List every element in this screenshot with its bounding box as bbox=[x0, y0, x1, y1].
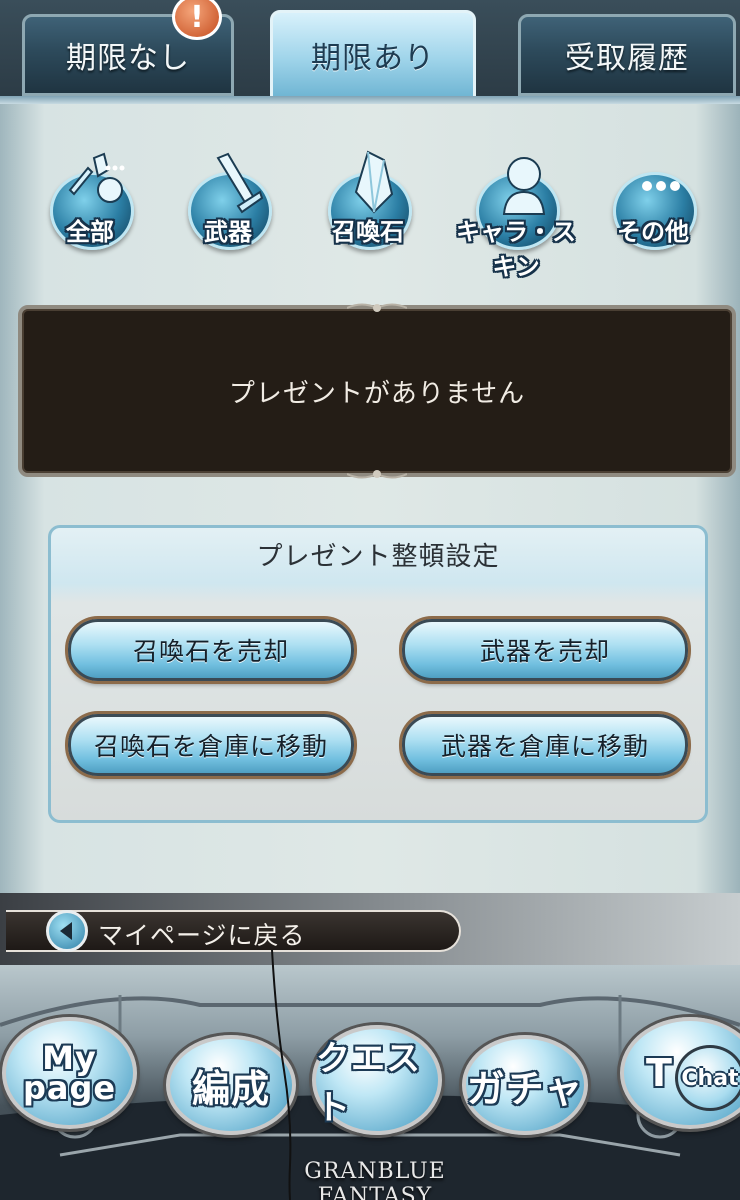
chat-button[interactable]: Chat bbox=[675, 1045, 740, 1111]
nav-mypage-button[interactable]: My page bbox=[2, 1017, 137, 1129]
category-label: その他 bbox=[617, 218, 689, 246]
sword-icon bbox=[216, 152, 264, 214]
tab-label: 受取履歴 bbox=[565, 41, 689, 76]
ornament-icon bbox=[347, 470, 407, 479]
category-label: キャラ・スキン bbox=[456, 218, 576, 281]
category-label: 武器 bbox=[204, 218, 252, 246]
crystal-icon bbox=[354, 150, 394, 214]
bottom-navigation: My page 編成 クエスト ガチャ T Chat GRANBLUE FANT… bbox=[0, 965, 740, 1200]
game-logo: GRANBLUE FANTASY bbox=[304, 1159, 446, 1200]
nav-party-button[interactable]: 編成 bbox=[166, 1035, 296, 1135]
back-arrow-icon bbox=[46, 910, 88, 952]
tab-label: 期限あり bbox=[311, 41, 435, 76]
empty-message-text: プレゼントがありません bbox=[228, 378, 526, 409]
sell-summons-button[interactable]: 召喚石を売却 bbox=[68, 619, 354, 681]
category-all[interactable]: 全部 bbox=[40, 150, 140, 255]
tab-bar: 期限なし 期限あり 受取履歴 ! bbox=[0, 0, 740, 104]
category-label: 全部 bbox=[66, 218, 114, 246]
empty-message-box: プレゼントがありません bbox=[18, 303, 736, 479]
panel-title: プレゼント整頓設定 bbox=[256, 542, 500, 572]
more-icon bbox=[642, 181, 680, 191]
sell-weapons-button[interactable]: 武器を売却 bbox=[402, 619, 688, 681]
tab-history[interactable]: 受取履歴 bbox=[518, 14, 736, 96]
category-weapon[interactable]: 武器 bbox=[178, 150, 278, 255]
back-label: マイページに戻る bbox=[98, 921, 306, 950]
tab-divider bbox=[0, 96, 740, 104]
all-items-icon bbox=[68, 152, 125, 203]
category-other[interactable]: その他 bbox=[603, 150, 703, 255]
category-label: 召喚石 bbox=[332, 218, 404, 246]
move-weapons-to-storage-button[interactable]: 武器を倉庫に移動 bbox=[402, 714, 688, 776]
tab-with-expiry[interactable]: 期限あり bbox=[270, 10, 476, 100]
nav-gacha-button[interactable]: ガチャ bbox=[462, 1035, 588, 1135]
nav-quest-button[interactable]: クエスト bbox=[312, 1025, 442, 1135]
ornament-icon bbox=[347, 303, 407, 312]
back-to-mypage-button[interactable]: マイページに戻る bbox=[6, 910, 461, 952]
move-summons-to-storage-button[interactable]: 召喚石を倉庫に移動 bbox=[68, 714, 354, 776]
category-character-skin[interactable]: キャラ・スキン bbox=[456, 150, 576, 281]
character-icon bbox=[502, 157, 546, 215]
tab-label: 期限なし bbox=[66, 41, 190, 76]
category-summon[interactable]: 召喚石 bbox=[318, 150, 418, 255]
